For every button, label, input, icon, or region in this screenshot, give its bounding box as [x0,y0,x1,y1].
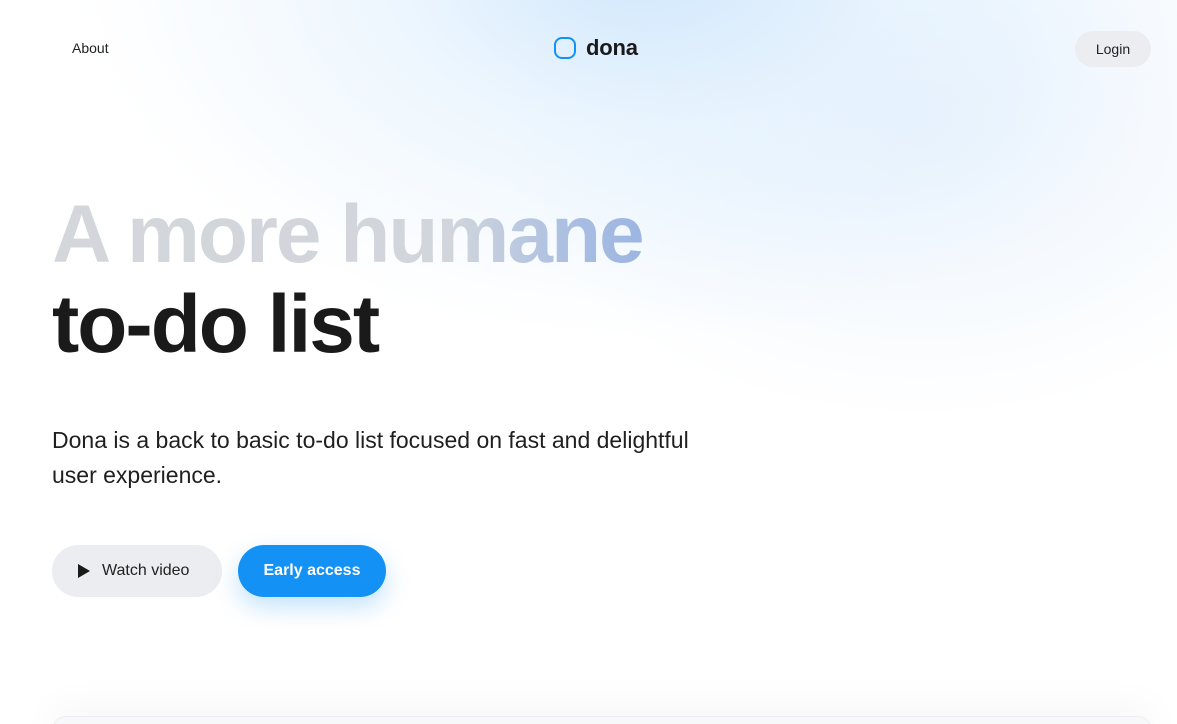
logo-icon [554,37,576,59]
headline-line-1: A more humane [52,190,712,280]
early-access-button[interactable]: Early access [238,545,386,597]
watch-video-button[interactable]: Watch video [52,545,222,597]
hero-headline: A more humane to-do list [52,190,712,370]
login-button[interactable]: Login [1075,31,1151,67]
landing-page: About dona Login A more humane to-do lis… [0,0,1177,724]
play-icon [78,564,90,578]
watch-video-label: Watch video [102,562,190,579]
app-preview-card [52,716,1152,724]
headline-line-2: to-do list [52,279,380,370]
logo-text: dona [586,35,638,60]
logo[interactable]: dona [554,35,638,61]
nav-about-link[interactable]: About [72,40,109,56]
hero-description: Dona is a back to basic to-do list focus… [52,427,689,488]
